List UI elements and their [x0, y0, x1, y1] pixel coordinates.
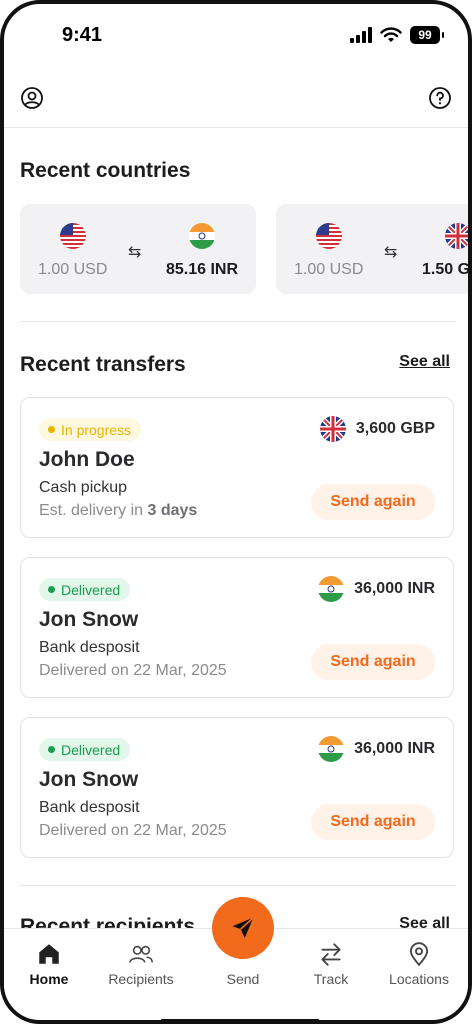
see-all-transfers-link[interactable]: See all	[399, 353, 450, 371]
section-divider	[20, 321, 456, 322]
nav-label: Send	[226, 971, 260, 987]
transfer-detail: Delivered on 22 Mar, 2025	[39, 822, 227, 839]
status-badge: Delivered	[39, 738, 131, 761]
country-card[interactable]: ⇆ 1.00 USD 85.16 INR	[20, 204, 256, 294]
top-bar	[4, 76, 468, 128]
send-again-button[interactable]: Send again	[311, 804, 435, 840]
detail-days: 3 days	[147, 502, 198, 519]
status-time: 9:41	[62, 24, 103, 46]
phone-frame: 9:41 99 Recent countries ⇆ 1.00 USD 85.1…	[0, 0, 472, 1024]
us-flag-icon	[316, 223, 342, 249]
send-fab-button[interactable]	[212, 897, 274, 959]
recipient-name: Jon Snow	[39, 608, 139, 631]
india-flag-icon	[318, 736, 345, 762]
nav-label: Locations	[389, 971, 449, 987]
india-flag-icon	[318, 576, 345, 602]
transfer-amount-group: 3,600 GBP	[319, 416, 435, 442]
status-badge: In progress	[39, 418, 142, 441]
transfer-card[interactable]: Delivered Jon Snow Bank desposit Deliver…	[20, 557, 454, 698]
india-flag-icon	[189, 223, 215, 249]
transfer-detail: Delivered on 22 Mar, 2025	[39, 662, 227, 679]
uk-flag-icon	[319, 416, 346, 442]
home-icon	[39, 944, 59, 964]
country-card[interactable]: ⇆ 1.00 USD 1.50 GBP	[276, 204, 468, 294]
user-circle-icon[interactable]	[20, 86, 44, 110]
wifi-icon	[380, 27, 402, 42]
status-icons: 99	[350, 26, 444, 44]
location-pin-icon	[409, 942, 429, 967]
transfer-amount: 36,000 INR	[354, 740, 435, 757]
nav-item-locations[interactable]: Locations	[374, 929, 464, 999]
to-amount: 1.50 GBP	[422, 261, 468, 278]
recent-transfers-title: Recent transfers	[20, 353, 186, 376]
users-icon	[129, 945, 153, 963]
recent-recipients-title: Recent recipients	[20, 915, 196, 929]
cellular-signal-icon	[350, 27, 372, 43]
question-circle-icon[interactable]	[428, 86, 452, 110]
swap-arrows-icon: ⇆	[384, 244, 398, 261]
transfer-amount: 36,000 INR	[354, 580, 435, 597]
bottom-nav: Home Recipients Send Track Locations	[4, 897, 468, 1020]
see-all-recipients-link[interactable]: See all	[399, 915, 450, 929]
send-again-button[interactable]: Send again	[311, 644, 435, 680]
status-badge: Delivered	[39, 578, 131, 601]
home-indicator	[160, 1019, 320, 1020]
recipient-name: John Doe	[39, 448, 135, 471]
nav-item-home[interactable]: Home	[4, 929, 94, 999]
nav-label: Recipients	[108, 971, 174, 987]
detail-prefix: Est. delivery in	[39, 502, 148, 519]
send-icon	[232, 916, 255, 938]
from-amount: 1.00 USD	[38, 261, 108, 278]
transfer-amount: 3,600 GBP	[355, 420, 435, 437]
transfer-card[interactable]: Delivered Jon Snow Bank desposit Deliver…	[20, 717, 454, 858]
send-again-button[interactable]: Send again	[311, 484, 435, 520]
home-content: Recent countries ⇆ 1.00 USD 85.16 INR ⇆ …	[4, 129, 468, 929]
recipient-name: Jon Snow	[39, 768, 139, 791]
battery-level: 99	[418, 28, 432, 42]
swap-arrows-icon: ⇆	[128, 244, 142, 261]
transfer-method: Bank desposit	[39, 639, 140, 656]
transfer-amount-group: 36,000 INR	[318, 576, 435, 602]
uk-flag-icon	[445, 223, 468, 249]
swap-arrows-icon	[321, 943, 341, 966]
transfer-method: Bank desposit	[39, 799, 140, 816]
transfer-method: Cash pickup	[39, 479, 128, 496]
transfer-amount-group: 36,000 INR	[318, 736, 435, 762]
transfer-card[interactable]: In progress John Doe Cash pickup Est. de…	[20, 397, 454, 538]
nav-item-track[interactable]: Track	[286, 929, 376, 999]
battery-icon: 99	[410, 26, 444, 44]
us-flag-icon	[60, 223, 86, 249]
nav-label: Home	[29, 971, 69, 987]
status-bar: 9:41 99	[4, 4, 468, 68]
from-amount: 1.00 USD	[294, 261, 364, 278]
nav-label: Track	[313, 971, 349, 987]
recent-countries-title: Recent countries	[20, 159, 191, 182]
to-amount: 85.16 INR	[166, 261, 239, 278]
transfer-detail: Est. delivery in 3 days	[39, 502, 197, 520]
section-divider	[20, 885, 456, 886]
nav-item-recipients[interactable]: Recipients	[96, 929, 186, 999]
